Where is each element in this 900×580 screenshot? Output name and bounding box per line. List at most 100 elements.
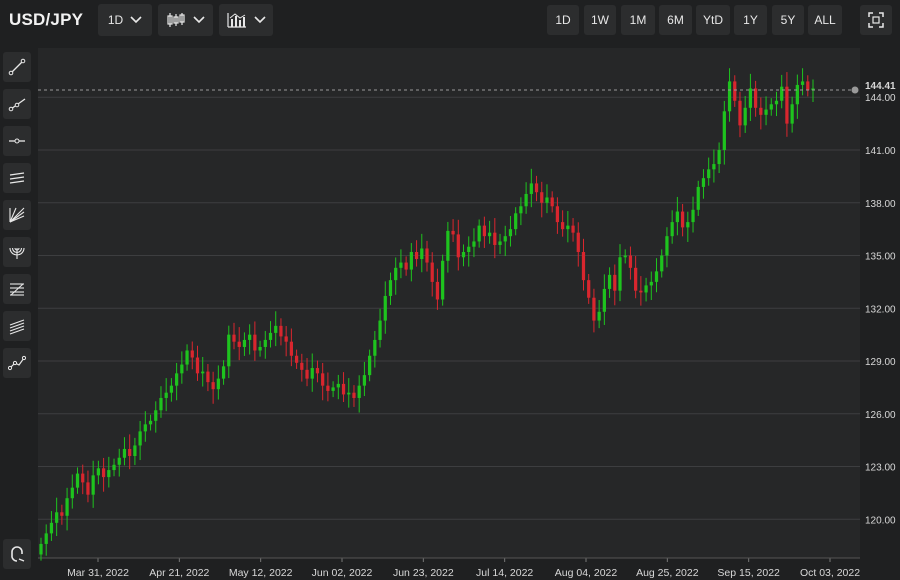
candle-up [602, 288, 606, 312]
fib-arc-tool[interactable] [3, 237, 31, 267]
path-tool[interactable] [3, 348, 31, 378]
trend-line-tool[interactable] [3, 52, 31, 82]
horizontal-line-tool[interactable] [3, 126, 31, 156]
candle-up [644, 285, 648, 293]
candle-down [534, 183, 539, 193]
fullscreen-button[interactable] [860, 5, 892, 35]
fib-retracement-tool[interactable] [3, 274, 31, 304]
indicators-dropdown[interactable] [219, 4, 273, 36]
candle-up [44, 533, 48, 544]
candle-down [592, 297, 596, 321]
candle-up [780, 86, 784, 101]
fib-fan-tool[interactable] [3, 200, 31, 230]
y-tick-label: 120.00 [865, 515, 896, 526]
candle-down [211, 382, 215, 390]
fib-fan-icon [9, 207, 25, 223]
candle-up [55, 512, 59, 523]
candle-up [201, 371, 205, 374]
range-ytd-button[interactable]: YtD [696, 5, 730, 35]
candle-up [394, 267, 398, 281]
candle-up [790, 104, 794, 124]
candle-up [70, 487, 74, 499]
candle-up [383, 295, 387, 321]
candle-up [696, 186, 700, 210]
candle-down [482, 225, 486, 237]
candle-down [435, 281, 440, 300]
candle-down [571, 225, 575, 233]
interval-label: 1D [107, 13, 124, 27]
symbol-title: USD/JPY [9, 10, 84, 29]
x-tick-label: Apr 21, 2022 [149, 567, 209, 579]
candle-up [461, 252, 466, 258]
candle-up [441, 260, 445, 300]
interval-dropdown[interactable]: 1D [98, 4, 152, 36]
range-6m-button[interactable]: 6M [659, 5, 692, 35]
candle-up [686, 222, 690, 228]
candle-up [597, 311, 601, 321]
y-tick-label: 129.00 [865, 357, 896, 368]
x-tick-label: Aug 04, 2022 [555, 567, 618, 579]
candle-down [634, 267, 638, 291]
candle-up [514, 213, 518, 230]
candle-up [65, 498, 69, 516]
candle-up [107, 470, 111, 478]
candle-up [717, 150, 721, 165]
parallel-channel-tool[interactable] [3, 163, 31, 193]
candle-up [712, 164, 716, 170]
candle-up [378, 320, 382, 340]
chart-type-dropdown[interactable] [158, 4, 213, 36]
candle-up [91, 475, 95, 495]
candle-up [122, 448, 127, 458]
x-tick-label: Aug 25, 2022 [636, 567, 699, 579]
candle-up [508, 229, 513, 237]
candle-down [493, 232, 497, 245]
candle-up [618, 257, 622, 291]
candle-up [373, 339, 377, 356]
candle-up [519, 206, 523, 214]
candle-up [310, 368, 314, 379]
range-all-button[interactable]: ALL [808, 5, 842, 35]
candle-down [190, 350, 194, 358]
range-1w-button[interactable]: 1W [584, 5, 616, 35]
fullscreen-icon [868, 12, 884, 28]
candle-down [561, 222, 565, 230]
price-chart[interactable]: 120.00 123.00 126.00 129.00 132.00 135.00 138.… [38, 48, 896, 579]
candle-up [242, 339, 247, 347]
chart-canvas[interactable]: 120.00 123.00 126.00 129.00 132.00 135.00 138.… [38, 48, 900, 580]
candle-up [268, 332, 273, 340]
x-tick-label: Jun 23, 2022 [393, 567, 454, 579]
range-1m-button[interactable]: 1M [621, 5, 655, 35]
range-1y-button[interactable]: 1Y [734, 5, 767, 35]
y-tick-label: 126.00 [865, 410, 896, 421]
candle-down [305, 369, 309, 379]
candle-down [414, 252, 419, 260]
candle-up [138, 431, 142, 446]
candle-down [738, 100, 742, 126]
candle-up [96, 468, 100, 476]
candle-up [446, 230, 450, 261]
candle-down [289, 341, 293, 356]
candle-down [237, 341, 241, 347]
x-tick-label: Jul 14, 2022 [476, 567, 533, 579]
candle-down [576, 232, 580, 252]
candle-up [701, 178, 706, 187]
candle-up [154, 410, 158, 421]
candle-up [75, 473, 80, 488]
candle-up [180, 364, 184, 374]
candle-down [128, 448, 132, 456]
fib-retracement-icon [10, 283, 24, 296]
regression-channel-tool[interactable] [3, 311, 31, 341]
candle-up [743, 107, 747, 126]
candle-up [248, 334, 252, 340]
candle-up [800, 81, 805, 85]
candle-up [665, 236, 669, 256]
candle-up [143, 424, 147, 432]
ray-tool[interactable] [3, 89, 31, 119]
magnet-tool[interactable] [3, 539, 31, 569]
range-5y-button[interactable]: 5Y [772, 5, 804, 35]
range-1d-button[interactable]: 1D [547, 5, 579, 35]
candle-up [39, 543, 43, 555]
candle-up [133, 445, 137, 456]
candle-down [456, 234, 460, 258]
parallel-channel-icon [9, 172, 25, 184]
